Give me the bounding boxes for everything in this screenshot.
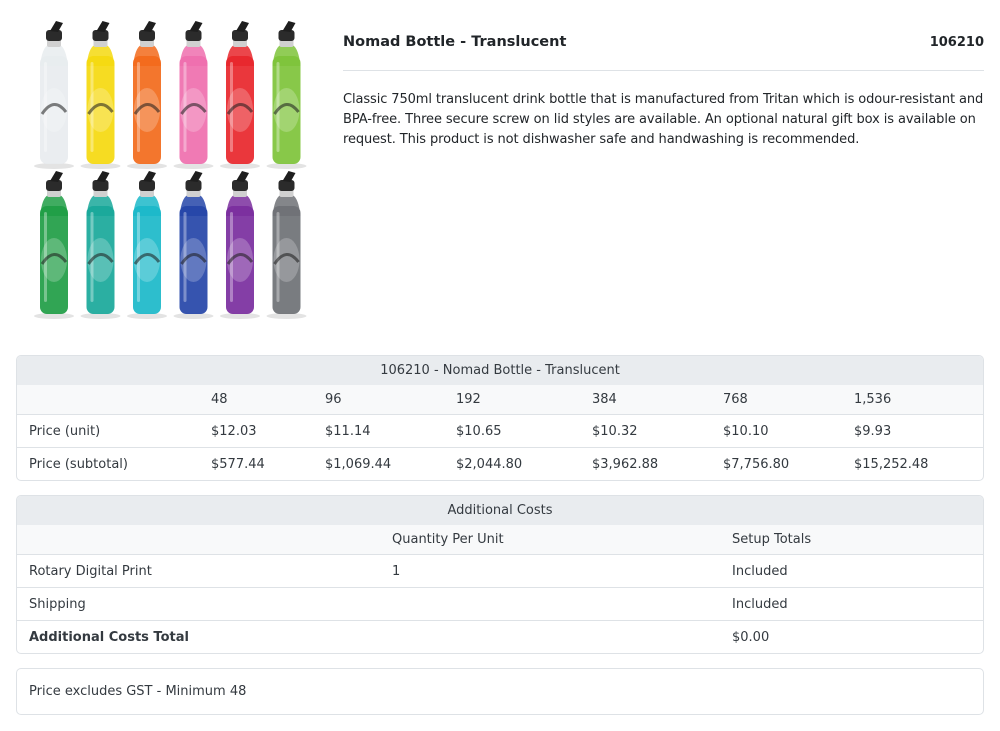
quantity-header: 1,536 xyxy=(854,392,892,407)
product-image xyxy=(26,18,318,328)
additional-costs-header-row: Quantity Per Unit Setup Totals xyxy=(17,525,983,554)
additional-costs-title: Additional Costs xyxy=(17,496,983,525)
bottle-icon xyxy=(80,21,121,169)
cost-row-shipping: Shipping Included xyxy=(17,587,983,620)
price-cell: $9.93 xyxy=(854,423,892,439)
row-label: Price (subtotal) xyxy=(29,456,128,472)
cost-label: Rotary Digital Print xyxy=(29,563,152,579)
quantity-header-row: 48 96 192 384 768 1,536 xyxy=(17,385,983,414)
quantity-header: 384 xyxy=(592,392,617,407)
product-title: Nomad Bottle - Translucent xyxy=(343,34,567,50)
row-label: Price (unit) xyxy=(29,423,101,439)
price-cell: $1,069.44 xyxy=(325,456,392,472)
column-header-quantity: Quantity Per Unit xyxy=(392,532,504,547)
column-header-setup: Setup Totals xyxy=(732,532,812,547)
price-cell: $10.10 xyxy=(723,423,769,439)
bottle-icon xyxy=(220,21,260,169)
product-description: Classic 750ml translucent drink bottle t… xyxy=(343,92,984,147)
price-cell: $3,962.88 xyxy=(592,456,659,472)
price-cell: $577.44 xyxy=(211,456,265,472)
price-note: Price excludes GST - Minimum 48 xyxy=(29,684,247,699)
price-cell: $7,756.80 xyxy=(723,456,790,472)
price-note-card: Price excludes GST - Minimum 48 xyxy=(16,668,984,715)
quantity-header: 768 xyxy=(723,392,748,407)
cost-label: Shipping xyxy=(29,596,86,612)
bottle-icon xyxy=(127,21,167,169)
bottle-icon xyxy=(266,171,307,319)
quantity-header: 192 xyxy=(456,392,481,407)
price-cell: $11.14 xyxy=(325,423,371,439)
cost-total-value: $0.00 xyxy=(732,629,770,645)
bottle-icon xyxy=(34,21,74,169)
bottle-icon xyxy=(34,171,74,319)
bottle-icon xyxy=(173,21,214,169)
title-row: Nomad Bottle - Translucent 106210 xyxy=(343,34,984,71)
product-code: 106210 xyxy=(929,35,984,50)
cost-row-total: Additional Costs Total $0.00 xyxy=(17,620,983,653)
bottle-icon xyxy=(220,171,260,319)
additional-costs-table: Additional Costs Quantity Per Unit Setup… xyxy=(16,495,984,654)
product-info: Nomad Bottle - Translucent 106210 Classi… xyxy=(343,34,984,150)
cost-setup: Included xyxy=(732,563,788,579)
pricing-table-title: 106210 - Nomad Bottle - Translucent xyxy=(17,356,983,385)
bottle-collection-image xyxy=(34,21,307,319)
pricing-table: 106210 - Nomad Bottle - Translucent 48 9… xyxy=(16,355,984,481)
price-cell: $10.32 xyxy=(592,423,638,439)
price-subtotal-row: Price (subtotal) $577.44 $1,069.44 $2,04… xyxy=(17,447,983,480)
cost-total-label: Additional Costs Total xyxy=(29,629,189,645)
bottle-icon xyxy=(80,171,121,319)
cost-row-print: Rotary Digital Print 1 Included xyxy=(17,554,983,587)
price-cell: $15,252.48 xyxy=(854,456,929,472)
price-unit-row: Price (unit) $12.03 $11.14 $10.65 $10.32… xyxy=(17,414,983,447)
price-cell: $12.03 xyxy=(211,423,257,439)
quantity-header: 48 xyxy=(211,392,228,407)
bottle-icon xyxy=(127,171,167,319)
bottle-icon xyxy=(173,171,214,319)
price-cell: $10.65 xyxy=(456,423,502,439)
bottle-icon xyxy=(266,21,307,169)
price-cell: $2,044.80 xyxy=(456,456,523,472)
quantity-header: 96 xyxy=(325,392,342,407)
cost-setup: Included xyxy=(732,596,788,612)
cost-quantity: 1 xyxy=(392,563,401,579)
